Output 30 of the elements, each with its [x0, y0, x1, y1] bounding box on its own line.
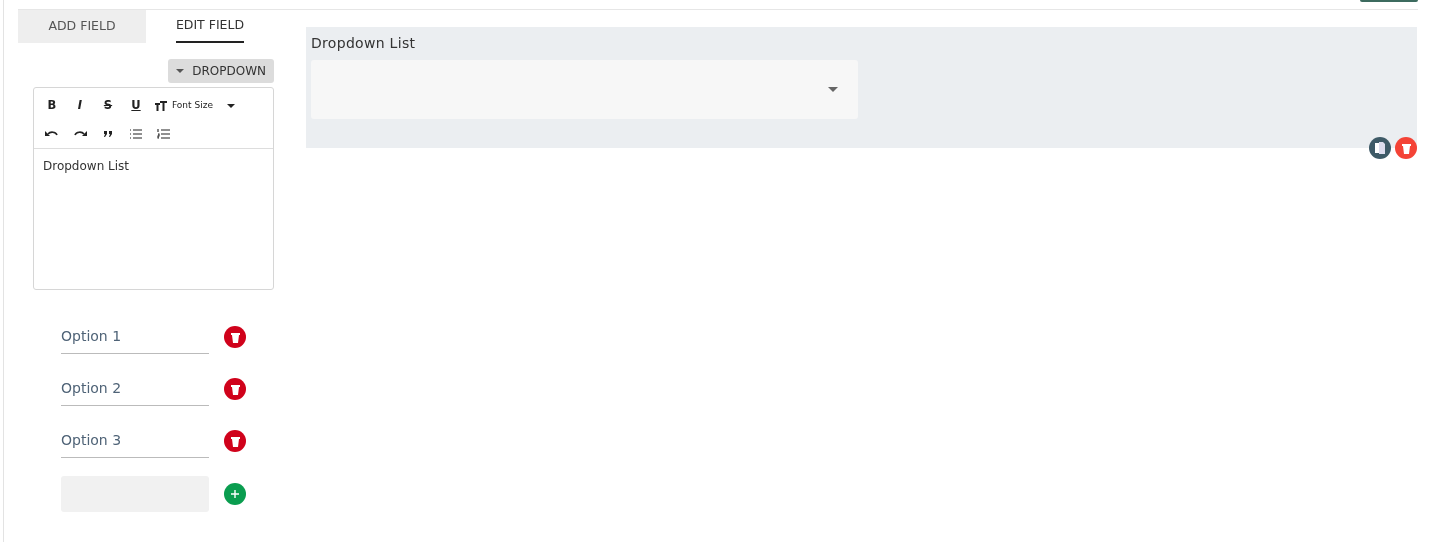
field-type-dropdown[interactable]: DROPDOWN	[168, 59, 274, 83]
caret-icon	[176, 69, 185, 73]
option-field[interactable]: Option 2	[61, 372, 209, 406]
delete-option-button[interactable]	[224, 430, 246, 452]
caret-icon	[226, 104, 235, 108]
trash-icon	[230, 435, 240, 447]
text-size-icon	[154, 100, 168, 112]
delete-option-button[interactable]	[224, 326, 246, 348]
bullet-list-icon	[129, 127, 143, 140]
copy-icon	[1375, 142, 1385, 154]
tab[interactable]: ADD FIELD	[18, 10, 146, 43]
underline-button[interactable]: U	[122, 92, 150, 120]
strike-button[interactable]: S	[94, 92, 122, 120]
field-label: Dropdown List	[311, 34, 417, 53]
numbered-list-icon	[157, 127, 171, 140]
option-field[interactable]: Option 1	[61, 320, 209, 354]
trash-icon	[1401, 142, 1411, 154]
copy-button[interactable]	[1369, 137, 1391, 159]
font-size-dropdown[interactable]: Font Size	[150, 92, 239, 120]
option-field[interactable]: Option 3	[61, 424, 209, 458]
caret-icon	[828, 87, 838, 92]
editor-text[interactable]: Dropdown List	[34, 148, 273, 183]
add-option-button[interactable]	[224, 483, 246, 505]
trash-icon	[230, 331, 240, 343]
italic-button[interactable]: I	[66, 92, 94, 120]
plus-icon	[231, 490, 239, 498]
delete-option-button[interactable]	[224, 378, 246, 400]
bold-button[interactable]: B	[38, 92, 66, 120]
delete-button[interactable]	[1395, 137, 1417, 159]
trash-icon	[230, 383, 240, 395]
